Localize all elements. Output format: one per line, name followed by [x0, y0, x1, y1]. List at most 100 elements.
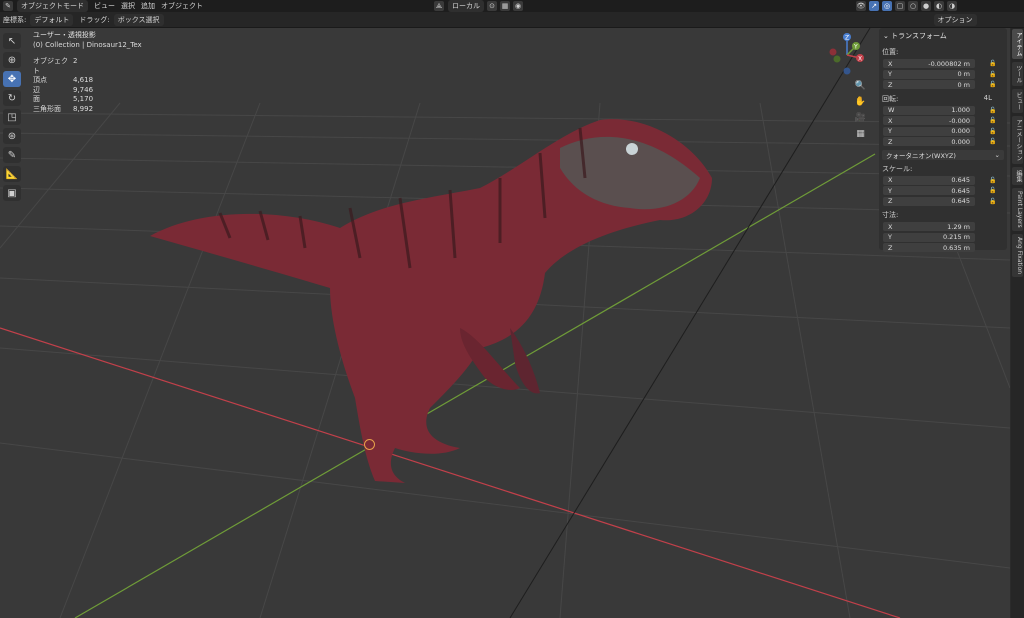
editor-type-icon[interactable]: ✎: [3, 1, 13, 11]
shading-group: 👁 ↗ ◎ ▢ ○ ● ◐ ◑: [853, 1, 957, 11]
location-z-field[interactable]: Z0 m: [883, 80, 975, 90]
scale-tool-icon[interactable]: ◳: [3, 109, 21, 125]
rotation-x-row: X -0.000 🔓: [883, 116, 1007, 126]
tab-view[interactable]: ビュー: [1012, 89, 1023, 113]
rotation-mode-select[interactable]: クォータニオン(WXYZ) ⌄: [882, 149, 1004, 160]
rotation-y-field[interactable]: Y 0.000: [883, 126, 975, 136]
measure-tool-icon[interactable]: 📐: [3, 166, 21, 182]
shading-render-icon[interactable]: ◑: [947, 1, 957, 11]
xray-icon[interactable]: ▢: [895, 1, 905, 11]
stat-row: 辺 9,746: [33, 85, 94, 94]
tab-ang-fixation[interactable]: Ang Fixation: [1012, 233, 1023, 277]
panel-header[interactable]: ⌄ トランスフォーム: [883, 31, 1003, 41]
orientation-icon: ⟁: [434, 1, 444, 11]
stat-row: オブジェクト 2: [33, 57, 78, 75]
options-dropdown[interactable]: オプション: [933, 13, 977, 26]
lock-icon[interactable]: 🔓: [989, 107, 996, 114]
scale-z-field[interactable]: Z 0.645: [883, 196, 975, 206]
snap-icon[interactable]: ▦: [500, 1, 510, 11]
camera-view-icon[interactable]: 🎥: [853, 110, 868, 125]
transform-tool-icon[interactable]: ⊛: [3, 128, 21, 144]
rotation-w-field[interactable]: W 1.000: [883, 105, 975, 115]
dinosaur-model[interactable]: [150, 119, 712, 484]
dimensions-x-field[interactable]: X 1.29 m: [883, 222, 975, 232]
rotation-x-field[interactable]: X -0.000: [883, 116, 975, 126]
dimensions-x-row: X 1.29 m: [883, 222, 1007, 232]
lock-icon[interactable]: 🔓: [989, 117, 996, 124]
tab-tool[interactable]: ツール: [1012, 62, 1023, 86]
annotate-tool-icon[interactable]: ✎: [3, 147, 21, 163]
scale-label: スケール:: [882, 164, 913, 173]
scale-x-row: X 0.645 🔓: [883, 175, 1007, 186]
stat-row: 三角形面 8,992: [33, 104, 94, 113]
move-tool-icon[interactable]: ✥: [3, 71, 21, 87]
orientation-dropdown[interactable]: ローカル: [448, 0, 484, 12]
lock-icon[interactable]: 🔓: [989, 138, 996, 145]
dimensions-y-row: Y 0.215 m: [883, 232, 1007, 243]
viewport-info-overlay: ユーザー・透視投影 (0) Collection | Dinosaur12_Te…: [33, 31, 142, 114]
perspective-grid-icon[interactable]: ▦: [853, 126, 868, 141]
scale-y-field[interactable]: Y 0.645: [883, 186, 975, 196]
coord-dropdown[interactable]: デフォルト: [30, 13, 74, 26]
lock-icon[interactable]: 🔓: [989, 71, 996, 78]
proportional-edit-icon[interactable]: ◉: [513, 1, 523, 11]
location-y-field[interactable]: Y0 m: [883, 69, 975, 79]
gizmo-toggle-icon[interactable]: ↗: [869, 1, 879, 11]
dimensions-z-field[interactable]: Z 0.635 m: [883, 243, 975, 253]
visibility-icon[interactable]: 👁: [856, 1, 866, 11]
rotation-w-row: W 1.000 🔓: [883, 105, 1007, 116]
menu-view[interactable]: ビュー: [94, 1, 115, 11]
lock-icon[interactable]: 🔓: [989, 128, 996, 135]
scene-statistics: オブジェクト 2 頂点 4,618 辺 9,746 面 5,170 三角形面 8,992: [33, 57, 142, 114]
drag-dropdown[interactable]: ボックス選択: [113, 13, 164, 26]
lock-icon[interactable]: 🔓: [989, 187, 996, 194]
add-cube-tool-icon[interactable]: ▣: [3, 185, 21, 201]
gizmo-neg-z[interactable]: [843, 67, 851, 75]
view-name: ユーザー・透視投影: [33, 31, 96, 39]
object-origin[interactable]: [364, 439, 375, 450]
lock-icon[interactable]: 🔓: [989, 177, 996, 184]
collapse-chevron-icon[interactable]: ⌄: [883, 32, 891, 40]
gizmo-neg-x[interactable]: [829, 48, 837, 56]
lock-icon[interactable]: 🔓: [989, 198, 996, 205]
location-z-row: Z0 m 🔓: [883, 80, 1007, 90]
lock-icon[interactable]: 🔓: [989, 60, 996, 67]
mode-selector[interactable]: オブジェクトモード: [17, 0, 88, 12]
overlay-toggle-icon[interactable]: ◎: [882, 1, 892, 11]
scale-x-field[interactable]: X 0.645: [883, 175, 975, 185]
stat-row: 面 5,170: [33, 95, 94, 103]
tab-item[interactable]: アイテム: [1012, 29, 1023, 59]
rotate-tool-icon[interactable]: ↻: [3, 90, 21, 106]
gizmo-neg-y[interactable]: [833, 55, 841, 63]
gizmo-z-label: Z: [845, 35, 849, 42]
dimensions-y-field[interactable]: Y 0.215 m: [883, 232, 975, 242]
shading-wire-icon[interactable]: ○: [908, 1, 918, 11]
menu-object[interactable]: オブジェクト: [161, 1, 203, 11]
lock-icon[interactable]: 🔓: [989, 81, 996, 88]
zoom-icon[interactable]: 🔍: [853, 78, 868, 93]
drag-label: ドラッグ:: [79, 15, 110, 24]
navigation-controls: 🔍 ✋ 🎥 ▦: [853, 78, 868, 142]
select-box-tool-icon[interactable]: ↖: [3, 33, 21, 49]
tab-animation[interactable]: アニメーション: [1012, 116, 1023, 164]
location-x-row: X -0.000802 m 🔓: [883, 59, 1007, 69]
scale-y-row: Y 0.645 🔓: [883, 186, 1007, 196]
pivot-icon[interactable]: ⊙: [487, 1, 497, 11]
collection-info: (0) Collection | Dinosaur12_Tex: [33, 40, 142, 49]
tab-edit[interactable]: 編集: [1012, 167, 1023, 185]
shading-solid-icon[interactable]: ●: [921, 1, 931, 11]
location-x-field[interactable]: X -0.000802 m: [883, 59, 975, 69]
3d-viewport[interactable]: ↖ ⊕ ✥ ↻ ◳ ⊛ ✎ 📐 ▣ ユーザー・透視投影 (0) Collecti…: [0, 28, 1010, 618]
rotation-header: 回転: 4L: [882, 93, 992, 103]
location-label: 位置:: [882, 48, 899, 56]
pan-hand-icon[interactable]: ✋: [853, 94, 868, 109]
shading-material-icon[interactable]: ◐: [934, 1, 944, 11]
navigation-gizmo[interactable]: Z Y X: [823, 31, 869, 77]
location-y-row: Y0 m 🔓: [883, 69, 1007, 80]
tab-paint-layers[interactable]: Paint Layers: [1012, 188, 1023, 231]
rotation-z-field[interactable]: Z 0.000: [883, 137, 975, 147]
menu-select[interactable]: 選択: [121, 1, 135, 11]
dimensions-z-row: Z 0.635 m: [883, 243, 1007, 253]
cursor-tool-icon[interactable]: ⊕: [3, 52, 21, 68]
menu-add[interactable]: 追加: [141, 1, 155, 11]
